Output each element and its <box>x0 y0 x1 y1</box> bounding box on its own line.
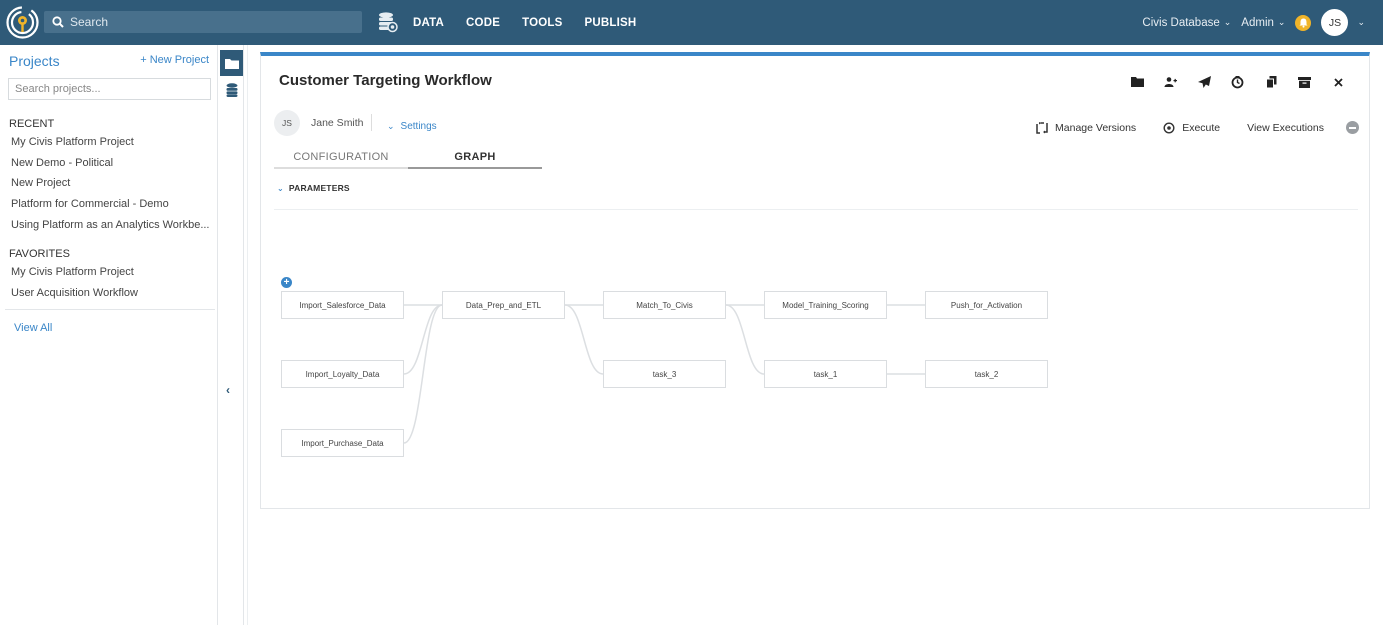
user-menu-chevron-down-icon[interactable]: ⌄ <box>1357 17 1365 28</box>
graph-node-task-1[interactable]: task_1 <box>764 360 887 388</box>
sidebar-divider <box>5 309 215 310</box>
sidebar-title: Projects <box>9 53 60 69</box>
favorite-project-item[interactable]: User Acquisition Workflow <box>11 287 138 299</box>
favorites-header: FAVORITES <box>9 248 70 260</box>
civis-logo-icon[interactable] <box>5 5 40 40</box>
collapse-sidebar-chevron-left-icon[interactable]: ‹ <box>226 383 230 397</box>
gutter-divider <box>247 45 248 625</box>
new-project-link[interactable]: + New Project <box>140 54 209 66</box>
add-task-plus-icon[interactable]: + <box>281 277 292 288</box>
graph-node-data-prep-and-etl[interactable]: Data_Prep_and_ETL <box>442 291 565 319</box>
folder-icon <box>224 58 239 69</box>
database-label: Civis Database <box>1142 16 1220 29</box>
graph-edges <box>403 304 925 444</box>
graph-edge <box>403 304 443 444</box>
recent-project-item[interactable]: New Demo - Political <box>11 157 113 169</box>
search-placeholder: Search <box>70 15 109 29</box>
graph-edge <box>564 304 604 375</box>
nav-publish[interactable]: PUBLISH <box>584 17 636 29</box>
nav-code[interactable]: CODE <box>466 17 500 29</box>
user-nav: Civis Database ⌄ Admin ⌄ JS ⌄ <box>1142 0 1365 45</box>
recent-header: RECENT <box>9 118 55 130</box>
workflow-graph: + Import_Salesforce_Data Import_Loyalty_D… <box>261 56 1369 509</box>
graph-node-push-for-activation[interactable]: Push_for_Activation <box>925 291 1048 319</box>
graph-node-import-purchase-data[interactable]: Import_Purchase_Data <box>281 429 404 457</box>
search-icon <box>52 16 64 28</box>
graph-node-import-salesforce-data[interactable]: Import_Salesforce_Data <box>281 291 404 319</box>
chevron-down-icon: ⌄ <box>1277 17 1286 27</box>
graph-edge <box>725 304 765 375</box>
view-all-link[interactable]: View All <box>14 322 52 334</box>
graph-edge <box>403 304 443 375</box>
graph-node-task-3[interactable]: task_3 <box>603 360 726 388</box>
top-navigation-bar: Search DATA CODE TOOLS PUBLISH Civis Dat… <box>0 0 1383 45</box>
database-search-icon[interactable] <box>378 11 398 33</box>
recent-project-item[interactable]: Platform for Commercial - Demo <box>11 198 169 210</box>
favorite-project-item[interactable]: My Civis Platform Project <box>11 266 134 278</box>
graph-node-import-loyalty-data[interactable]: Import_Loyalty_Data <box>281 360 404 388</box>
database-dropdown[interactable]: Civis Database ⌄ <box>1142 17 1231 29</box>
data-tab[interactable] <box>220 80 243 100</box>
workflow-panel: Customer Targeting Workflow JS Jane Smit… <box>260 52 1370 509</box>
notifications-bell-icon[interactable] <box>1295 14 1312 31</box>
recent-project-item[interactable]: My Civis Platform Project <box>11 136 134 148</box>
database-icon <box>226 83 237 97</box>
recent-project-item[interactable]: New Project <box>11 177 70 189</box>
projects-sidebar: Projects + New Project Search projects..… <box>0 45 218 625</box>
nav-data[interactable]: DATA <box>413 17 444 29</box>
graph-node-model-training-scoring[interactable]: Model_Training_Scoring <box>764 291 887 319</box>
search-projects-input[interactable]: Search projects... <box>8 78 211 100</box>
nav-tools[interactable]: TOOLS <box>522 17 562 29</box>
graph-node-task-2[interactable]: task_2 <box>925 360 1048 388</box>
graph-node-match-to-civis[interactable]: Match_To_Civis <box>603 291 726 319</box>
chevron-down-icon: ⌄ <box>1223 17 1232 27</box>
global-search-input[interactable]: Search <box>44 11 362 33</box>
sidebar-icon-rail <box>219 45 244 625</box>
recent-project-item[interactable]: Using Platform as an Analytics Workbe... <box>11 219 210 231</box>
main-nav: DATA CODE TOOLS PUBLISH <box>413 0 658 45</box>
projects-folder-tab[interactable] <box>220 50 243 76</box>
admin-label: Admin <box>1241 16 1274 29</box>
admin-dropdown[interactable]: Admin ⌄ <box>1241 17 1285 29</box>
user-avatar[interactable]: JS <box>1321 9 1349 36</box>
